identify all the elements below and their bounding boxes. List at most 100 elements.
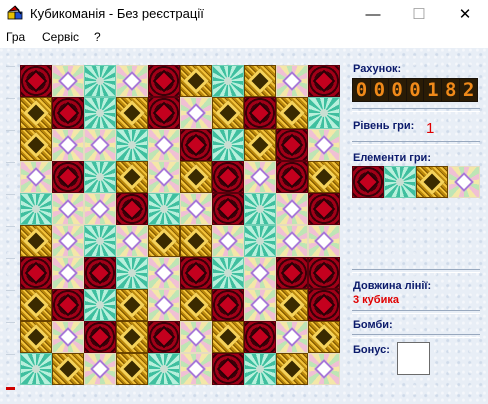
board-cell[interactable] (180, 353, 212, 385)
board-cell[interactable] (116, 257, 148, 289)
board-cell[interactable] (180, 161, 212, 193)
board-cell[interactable] (244, 161, 276, 193)
board-cell[interactable] (212, 257, 244, 289)
board-cell[interactable] (276, 225, 308, 257)
board-cell[interactable] (276, 97, 308, 129)
board-cell[interactable] (148, 97, 180, 129)
board-cell[interactable] (180, 97, 212, 129)
board-cell[interactable] (20, 321, 52, 353)
board-cell[interactable] (116, 353, 148, 385)
board-cell[interactable] (20, 289, 52, 321)
board-cell[interactable] (20, 353, 52, 385)
board-cell[interactable] (52, 257, 84, 289)
minimize-button[interactable]: — (350, 0, 396, 28)
board-cell[interactable] (308, 193, 340, 225)
board-cell[interactable] (244, 289, 276, 321)
menu-help[interactable]: ? (94, 30, 101, 44)
board-cell[interactable] (52, 289, 84, 321)
board-cell[interactable] (148, 161, 180, 193)
board-cell[interactable] (276, 161, 308, 193)
board-cell[interactable] (84, 65, 116, 97)
board-cell[interactable] (52, 129, 84, 161)
board-cell[interactable] (180, 225, 212, 257)
board-cell[interactable] (116, 97, 148, 129)
menu-service[interactable]: Сервіс (42, 30, 79, 44)
board-cell[interactable] (20, 225, 52, 257)
board-cell[interactable] (84, 193, 116, 225)
board-cell[interactable] (116, 321, 148, 353)
board-cell[interactable] (116, 289, 148, 321)
board-cell[interactable] (244, 225, 276, 257)
board-cell[interactable] (308, 161, 340, 193)
board-cell[interactable] (276, 65, 308, 97)
board-cell[interactable] (180, 65, 212, 97)
board-cell[interactable] (212, 65, 244, 97)
board-cell[interactable] (20, 65, 52, 97)
board-cell[interactable] (180, 289, 212, 321)
board-cell[interactable] (244, 353, 276, 385)
board-cell[interactable] (212, 129, 244, 161)
board-cell[interactable] (212, 289, 244, 321)
board-cell[interactable] (52, 225, 84, 257)
board-cell[interactable] (20, 257, 52, 289)
board-cell[interactable] (244, 193, 276, 225)
board-cell[interactable] (180, 193, 212, 225)
maximize-button[interactable]: ☐ (396, 0, 442, 28)
board-cell[interactable] (52, 65, 84, 97)
board-cell[interactable] (20, 193, 52, 225)
board-cell[interactable] (308, 257, 340, 289)
board-cell[interactable] (148, 353, 180, 385)
board-cell[interactable] (148, 257, 180, 289)
board-cell[interactable] (308, 353, 340, 385)
board-cell[interactable] (308, 225, 340, 257)
board-cell[interactable] (52, 161, 84, 193)
board-cell[interactable] (20, 161, 52, 193)
board-cell[interactable] (84, 225, 116, 257)
board-cell[interactable] (212, 97, 244, 129)
board-cell[interactable] (308, 321, 340, 353)
board-cell[interactable] (244, 129, 276, 161)
board-cell[interactable] (308, 289, 340, 321)
board-cell[interactable] (276, 257, 308, 289)
board-cell[interactable] (84, 257, 116, 289)
close-button[interactable]: ✕ (442, 0, 488, 28)
board-cell[interactable] (20, 129, 52, 161)
board-cell[interactable] (20, 97, 52, 129)
board-cell[interactable] (244, 65, 276, 97)
board-cell[interactable] (180, 129, 212, 161)
board-cell[interactable] (84, 353, 116, 385)
board-cell[interactable] (148, 65, 180, 97)
board-cell[interactable] (244, 97, 276, 129)
board-cell[interactable] (116, 129, 148, 161)
menu-game[interactable]: Гра (6, 30, 25, 44)
board-cell[interactable] (52, 193, 84, 225)
board-cell[interactable] (148, 129, 180, 161)
board-cell[interactable] (212, 225, 244, 257)
board-cell[interactable] (308, 97, 340, 129)
board-cell[interactable] (84, 97, 116, 129)
board-cell[interactable] (84, 161, 116, 193)
board-cell[interactable] (116, 193, 148, 225)
board-cell[interactable] (116, 65, 148, 97)
board-cell[interactable] (148, 193, 180, 225)
board-cell[interactable] (212, 193, 244, 225)
board-cell[interactable] (116, 225, 148, 257)
board-cell[interactable] (276, 193, 308, 225)
board-cell[interactable] (148, 225, 180, 257)
board-cell[interactable] (148, 321, 180, 353)
board-cell[interactable] (84, 289, 116, 321)
board-cell[interactable] (308, 65, 340, 97)
board-cell[interactable] (276, 289, 308, 321)
board-cell[interactable] (244, 257, 276, 289)
board-cell[interactable] (276, 129, 308, 161)
board-cell[interactable] (84, 321, 116, 353)
game-board[interactable] (20, 65, 340, 385)
board-cell[interactable] (244, 321, 276, 353)
board-cell[interactable] (212, 321, 244, 353)
board-cell[interactable] (212, 353, 244, 385)
board-cell[interactable] (276, 321, 308, 353)
board-cell[interactable] (116, 161, 148, 193)
board-cell[interactable] (84, 129, 116, 161)
board-cell[interactable] (180, 257, 212, 289)
board-cell[interactable] (52, 353, 84, 385)
